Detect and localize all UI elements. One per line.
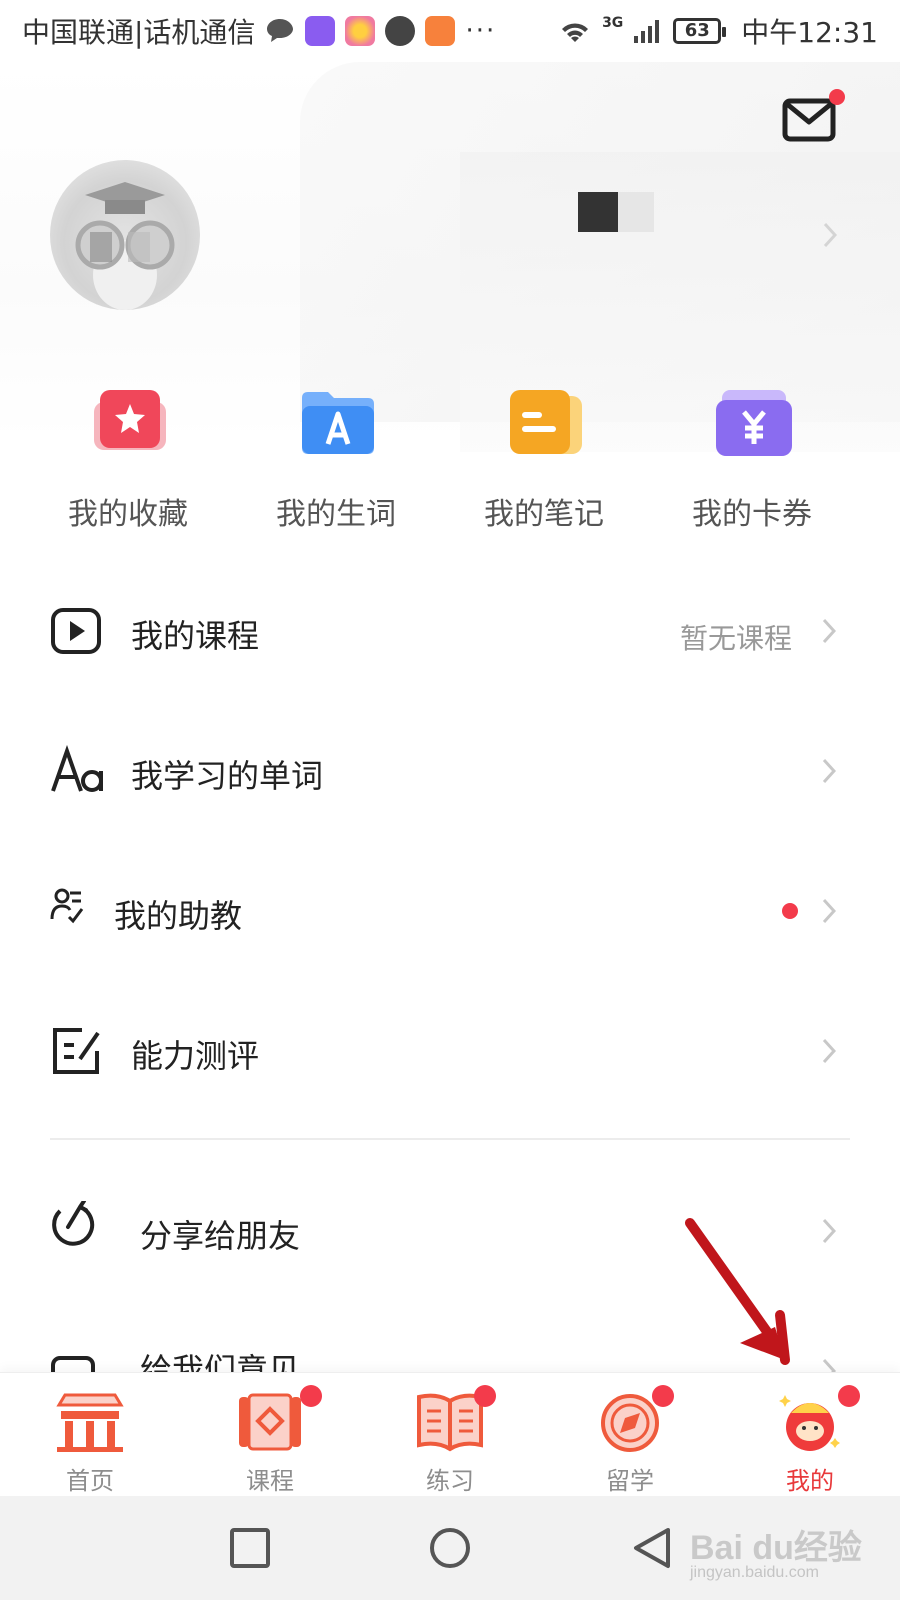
menu-my-assistant-label: 我的助教 [114,897,243,935]
quick-notes[interactable]: 我的笔记 [454,385,634,535]
scroll-icon [239,1393,301,1451]
chevron-right-icon [822,1038,836,1064]
menu-my-courses-value: 暂无课程 [679,622,792,655]
tab-courses-label: 课程 [246,1467,294,1495]
status-left: 中国联通|话机通信 ··· [22,11,496,51]
chevron-right-icon [822,618,836,644]
star-folder-icon [94,390,166,450]
watermark: Bai du经验 jingyan.baidu.com [690,1520,890,1581]
menu-feedback-label: 给我们意见 [140,1351,301,1372]
clock: 中午12:31 [741,16,878,49]
menu-share-label: 分享给朋友 [140,1217,301,1255]
flower-icon [345,16,376,46]
quick-coupons-label: 我的卡券 [692,497,812,532]
bottom-tab-bar: 首页 课程 练习 留学 我的 [0,1372,900,1496]
more-notifications: ··· [465,16,497,46]
letter-a-folder-icon [302,392,374,454]
menu-my-words-label: 我学习的单词 [131,757,324,795]
yuan-coupon-icon [716,390,792,456]
menu-my-assistant[interactable]: 我的助教 [0,855,900,965]
tab-practice[interactable]: 练习 [360,1373,540,1497]
quick-favorites[interactable]: 我的收藏 [38,385,218,535]
mail-icon[interactable] [782,98,836,142]
quick-favorites-label: 我的收藏 [68,497,188,532]
watermark-url: jingyan.baidu.com [690,1564,819,1581]
menu-my-courses[interactable]: 我的课程 暂无课程 [0,575,900,685]
assistant-icon [50,888,84,924]
menu-my-words[interactable]: 我学习的单词 [0,715,900,825]
status-bar: 中国联通|话机通信 ··· 3G 63 中午12:31 [0,0,900,62]
hexagon-icon [385,16,416,46]
watermark-brand: Bai du经验 [690,1529,862,1567]
chevron-right-icon [822,1358,836,1372]
tab-practice-label: 练习 [426,1467,474,1495]
menu-my-courses-label: 我的课程 [131,617,260,655]
tab-me[interactable]: 我的 [720,1373,900,1497]
battery-level: 63 [673,18,727,44]
share-icon [52,1201,95,1246]
tab-study-abroad-label: 留学 [606,1467,654,1495]
edit-icon [53,1028,100,1074]
app-notify-icon [305,16,336,46]
tab-courses[interactable]: 课程 [180,1373,360,1497]
quick-coupons[interactable]: 我的卡券 [662,385,842,535]
profile-chevron-icon[interactable] [823,222,837,248]
squirrel-app-icon [425,16,456,46]
home-gate-icon [56,1393,124,1452]
redacted-username [578,192,618,232]
play-icon [51,608,101,654]
note-icon [510,390,582,454]
menu-feedback[interactable]: 给我们意见 [0,1315,900,1372]
graduate-owl-icon [75,182,175,310]
menu-ability-test-label: 能力测评 [131,1037,260,1075]
tab-practice-badge [474,1385,496,1407]
mail-notification-dot [829,89,845,105]
tab-me-badge [838,1385,860,1407]
aa-font-icon [51,745,103,792]
menu-share[interactable]: 分享给朋友 [0,1175,900,1285]
menu-ability-test[interactable]: 能力测评 [0,995,900,1105]
tab-study-abroad-badge [652,1385,674,1407]
assistant-notification-dot [782,903,798,919]
chevron-right-icon [822,1218,836,1244]
wifi-icon [562,23,589,42]
feedback-icon [51,1356,95,1372]
carrier-text: 中国联通|话机通信 [22,16,256,49]
redacted-username-tail [618,192,654,232]
mascot-icon [779,1395,840,1451]
recent-apps-icon[interactable] [228,1526,272,1570]
home-circle-icon[interactable] [428,1526,472,1570]
tab-home[interactable]: 首页 [0,1373,180,1497]
tab-courses-badge [300,1385,322,1407]
tab-home-label: 首页 [66,1467,114,1495]
signal-icon [634,20,660,43]
quick-actions: 我的收藏 我的生词 我的笔记 我的卡券 [0,385,900,545]
chevron-right-icon [822,898,836,924]
avatar[interactable] [50,160,200,310]
quick-notes-label: 我的笔记 [484,497,604,532]
chat-bubble-icon [267,19,294,42]
tab-me-label: 我的 [786,1467,834,1495]
quick-vocabulary[interactable]: 我的生词 [246,385,426,535]
tab-study-abroad[interactable]: 留学 [540,1373,720,1497]
section-divider [50,1138,850,1140]
status-right: 3G 63 中午12:31 [558,11,878,51]
network-type: 3G [602,15,624,31]
chevron-right-icon [822,758,836,784]
quick-vocabulary-label: 我的生词 [276,497,396,532]
back-triangle-icon[interactable] [630,1526,674,1570]
